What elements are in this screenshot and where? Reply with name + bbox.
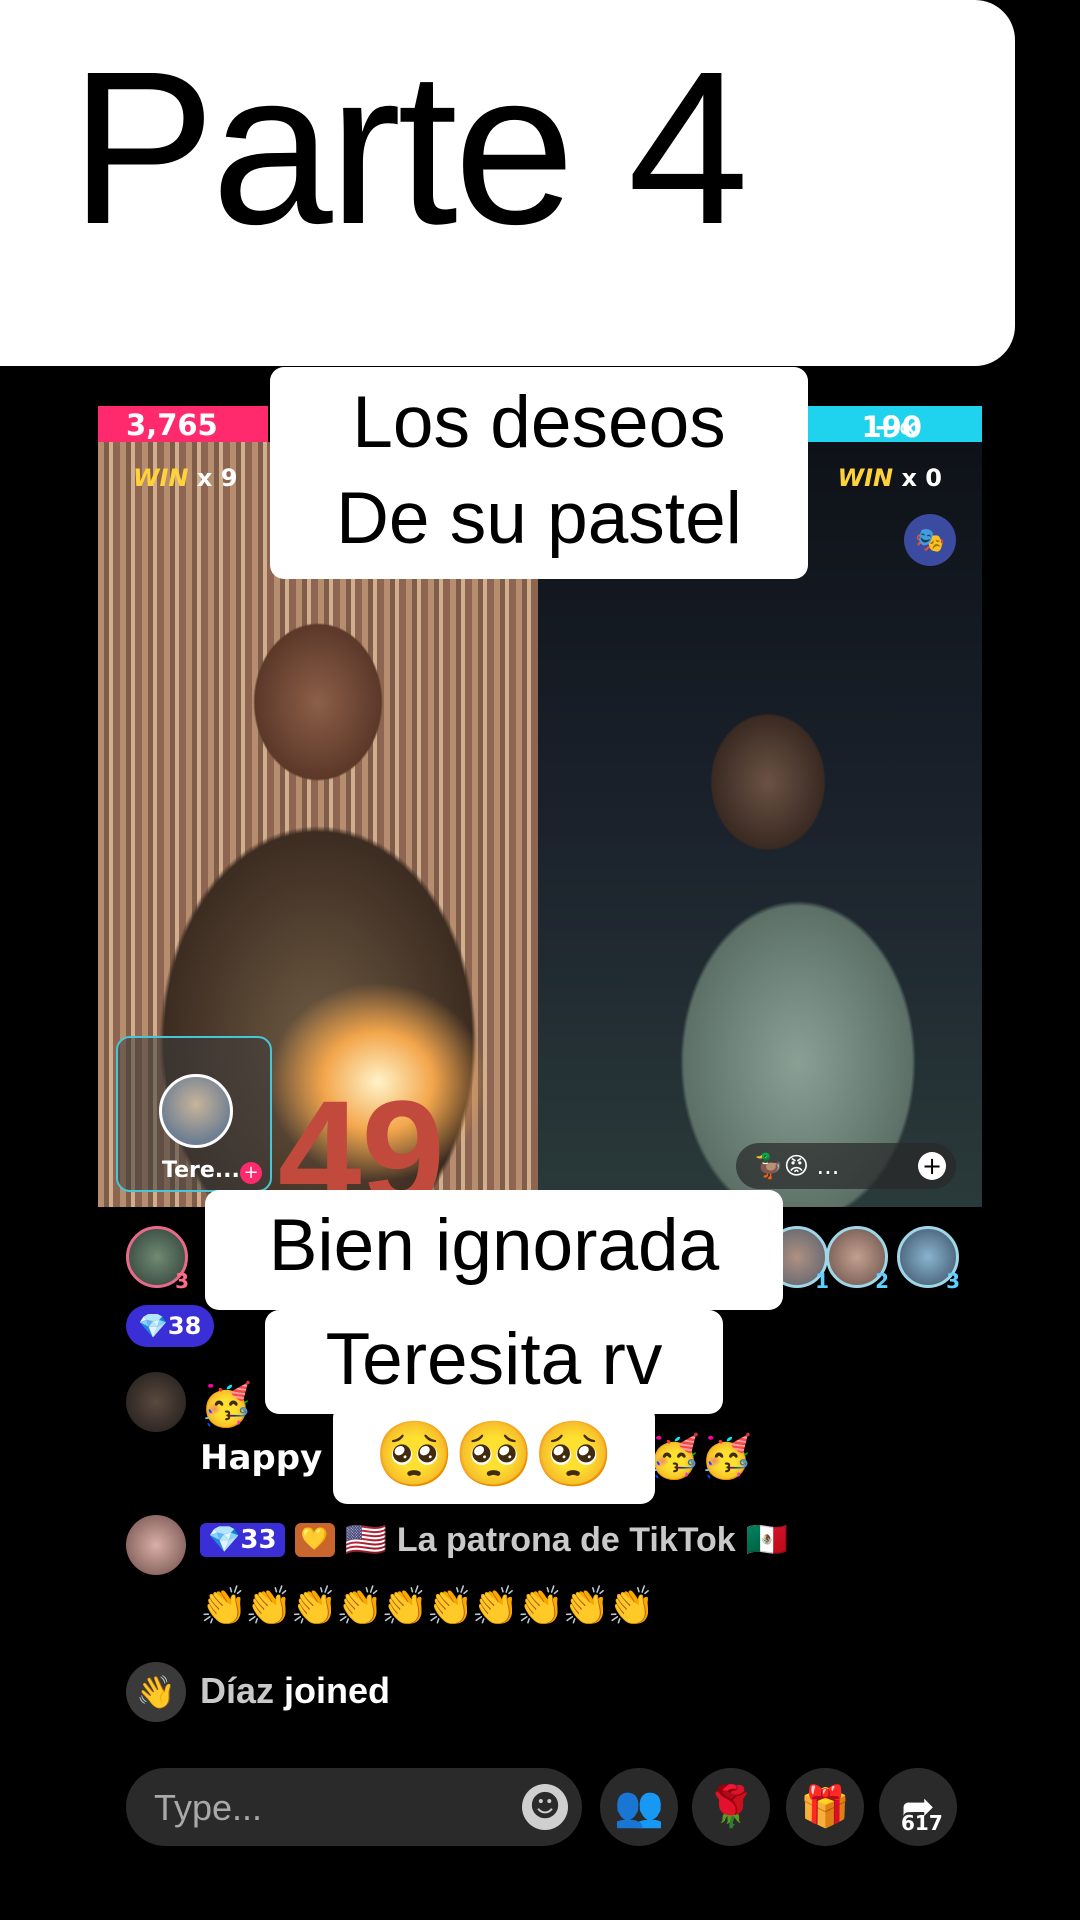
left-win-counter: WIN x 9 — [133, 464, 237, 492]
gift-icon[interactable]: 🎁 — [786, 1768, 864, 1846]
emoji-icon[interactable]: ☻ — [522, 1784, 568, 1830]
chat-user: 🥳 — [200, 1380, 253, 1429]
wave-icon: 👋 — [126, 1662, 186, 1722]
flag-icon: 🇲🇽 — [745, 1520, 789, 1560]
viewer-avatar[interactable]: 2 — [826, 1226, 889, 1293]
viewer-avatar[interactable]: 3 — [126, 1226, 189, 1293]
host-card[interactable]: Tere... + — [116, 1036, 272, 1192]
caption-top: Los deseos De su pastel — [270, 367, 808, 579]
left-win-label: WIN — [133, 464, 189, 492]
title-card: Parte 4 — [0, 0, 1015, 366]
follow-host-plus-icon[interactable]: + — [240, 1162, 262, 1184]
join-message: Díaz joined — [200, 1670, 390, 1712]
right-win-counter: WIN x 0 — [838, 464, 942, 492]
right-win-count: x 0 — [901, 464, 942, 492]
host-avatar[interactable] — [159, 1074, 233, 1148]
mask-icon[interactable]: 🎭 — [904, 514, 956, 566]
multi-guest-icon[interactable]: 👥 — [600, 1768, 678, 1846]
join-action: joined — [284, 1670, 391, 1711]
follow-opponent-plus-icon[interactable]: + — [918, 1152, 946, 1180]
right-score-suffix: +∞ — [873, 410, 922, 444]
chat-message: 👏👏👏👏👏👏👏👏👏👏 — [200, 1584, 655, 1628]
comment-box[interactable]: ☻ — [126, 1768, 582, 1848]
opponent-pill[interactable]: 🦆😡 ... + — [736, 1143, 956, 1189]
gem-level-badge: 💎33 — [200, 1523, 285, 1557]
cake-number: 49 — [278, 1069, 445, 1207]
caption-mid-line1: Bien ignorada — [205, 1190, 783, 1310]
host-name: Tere... — [162, 1158, 240, 1183]
chat-user: Díaz — [200, 1670, 275, 1711]
rose-gift-icon[interactable]: 🌹 — [692, 1768, 770, 1846]
title-text: Parte 4 — [70, 27, 749, 270]
right-win-label: WIN — [837, 464, 894, 492]
heart-badge-icon: 💛 — [294, 1523, 335, 1557]
chat-message-trail: 🥳🥳 — [648, 1432, 753, 1481]
right-score-bar: 190 +∞ — [807, 406, 982, 444]
opponent-pill-text: 🦆😡 ... — [754, 1152, 840, 1180]
share-count: 617 — [901, 1811, 943, 1835]
flag-icon: 🇺🇸 — [344, 1520, 387, 1560]
caption-top-line2: De su pastel — [336, 478, 742, 559]
chat-avatar[interactable] — [126, 1372, 186, 1432]
chat-header: 💎33 💛 🇺🇸 La patrona de TikTok 🇲🇽 — [200, 1520, 788, 1560]
share-button[interactable]: ➦ 617 — [879, 1768, 957, 1846]
gem-badge[interactable]: 💎38 — [126, 1305, 214, 1347]
chat-user: La patrona de TikTok — [396, 1520, 736, 1559]
left-score-bar: 3,765 — [98, 406, 268, 442]
left-win-count: x 9 — [196, 464, 238, 492]
chat-message: Happy — [200, 1438, 323, 1478]
caption-mid-line3: 🥺🥺🥺 — [333, 1404, 655, 1504]
caption-top-line1: Los deseos — [352, 382, 726, 463]
caption-mid-line2: Teresita rv — [265, 1310, 723, 1414]
viewer-avatar[interactable]: 3 — [897, 1226, 960, 1293]
chat-avatar[interactable] — [126, 1515, 186, 1575]
comment-input[interactable] — [152, 1768, 496, 1848]
left-score: 3,765 — [126, 408, 218, 442]
